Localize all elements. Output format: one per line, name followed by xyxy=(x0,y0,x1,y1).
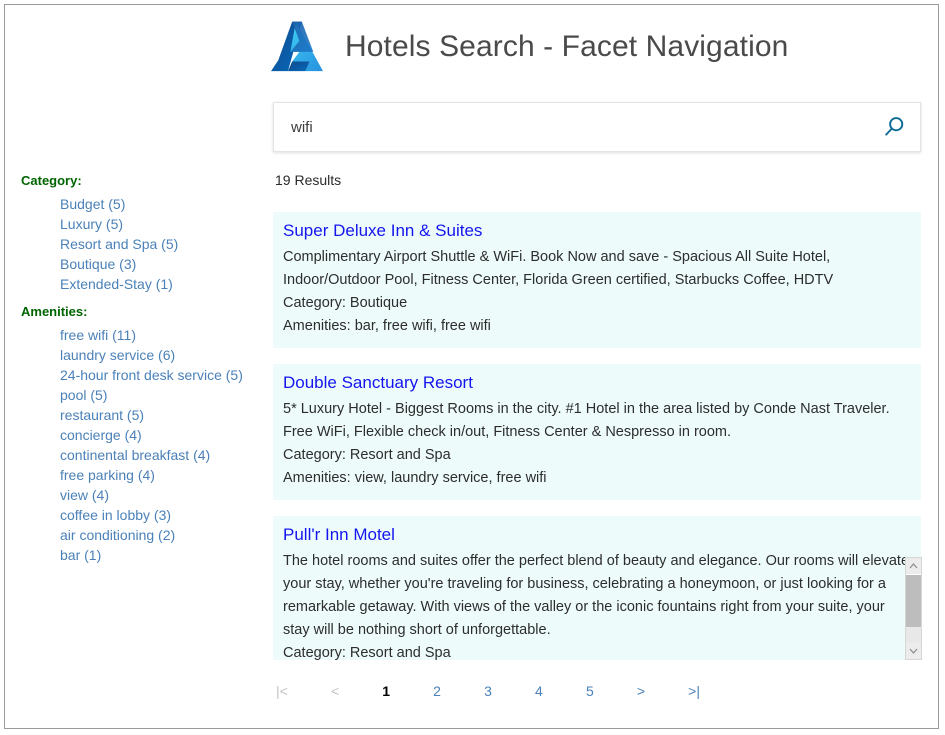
facet-item: Boutique (3) xyxy=(60,254,261,274)
facet-item: Extended-Stay (1) xyxy=(60,274,261,294)
result-category: Category: Boutique xyxy=(283,292,909,315)
facet-link-coffee-in-lobby[interactable]: coffee in lobby (3) xyxy=(60,505,171,525)
scrollbar-track[interactable] xyxy=(906,627,921,644)
facet-link-restaurant[interactable]: restaurant (5) xyxy=(60,405,144,425)
facet-item: 24-hour front desk service (5) xyxy=(60,365,261,385)
facet-item: free parking (4) xyxy=(60,465,261,485)
search-box xyxy=(273,102,921,152)
result-title[interactable]: Super Deluxe Inn & Suites xyxy=(283,218,909,244)
facet-navigation: Category: Budget (5) Luxury (5) Resort a… xyxy=(21,173,261,575)
facet-item: concierge (4) xyxy=(60,425,261,445)
pagination-page-3[interactable]: 3 xyxy=(481,681,495,701)
facet-item: Budget (5) xyxy=(60,194,261,214)
app-header: Hotels Search - Facet Navigation xyxy=(267,9,788,85)
pagination-page-1[interactable]: 1 xyxy=(379,681,393,701)
pagination-last[interactable]: >| xyxy=(685,681,703,701)
facet-link-budget[interactable]: Budget (5) xyxy=(60,194,125,214)
azure-logo-icon xyxy=(267,18,327,76)
result-card: Pull'r Inn Motel The hotel rooms and sui… xyxy=(273,516,921,660)
search-button[interactable] xyxy=(868,103,920,151)
facet-link-free-wifi[interactable]: free wifi (11) xyxy=(60,325,136,345)
scrollbar-thumb[interactable] xyxy=(906,575,921,627)
chevron-down-icon xyxy=(909,648,918,654)
result-card: Super Deluxe Inn & Suites Complimentary … xyxy=(273,212,921,348)
pagination-page-4[interactable]: 4 xyxy=(532,681,546,701)
facet-item: bar (1) xyxy=(60,545,261,565)
facet-list-category: Budget (5) Luxury (5) Resort and Spa (5)… xyxy=(21,194,261,294)
page-frame: Hotels Search - Facet Navigation 19 Resu… xyxy=(4,4,939,729)
result-amenities: Amenities: view, laundry service, free w… xyxy=(283,467,909,490)
facet-group-amenities: Amenities: free wifi (11) laundry servic… xyxy=(21,304,261,565)
facet-link-bar[interactable]: bar (1) xyxy=(60,545,101,565)
result-description: 5* Luxury Hotel - Biggest Rooms in the c… xyxy=(283,398,909,444)
facet-link-air-conditioning[interactable]: air conditioning (2) xyxy=(60,525,175,545)
facet-list-amenities: free wifi (11) laundry service (6) 24-ho… xyxy=(21,325,261,565)
results-count: 19 Results xyxy=(275,172,341,188)
facet-link-view[interactable]: view (4) xyxy=(60,485,109,505)
facet-item: Luxury (5) xyxy=(60,214,261,234)
facet-link-boutique[interactable]: Boutique (3) xyxy=(60,254,136,274)
facet-link-luxury[interactable]: Luxury (5) xyxy=(60,214,123,234)
results-scrollbar[interactable] xyxy=(905,557,922,660)
result-card: Double Sanctuary Resort 5* Luxury Hotel … xyxy=(273,364,921,500)
facet-link-concierge[interactable]: concierge (4) xyxy=(60,425,142,445)
pagination-page-5[interactable]: 5 xyxy=(583,681,597,701)
result-title[interactable]: Double Sanctuary Resort xyxy=(283,370,909,396)
facet-link-free-parking[interactable]: free parking (4) xyxy=(60,465,155,485)
search-icon xyxy=(881,114,907,140)
result-description: Complimentary Airport Shuttle & WiFi. Bo… xyxy=(283,246,909,292)
facet-heading-category: Category: xyxy=(21,173,261,188)
pagination-next[interactable]: > xyxy=(634,681,648,701)
pagination: |< < 1 2 3 4 5 > >| xyxy=(273,681,703,701)
facet-item: continental breakfast (4) xyxy=(60,445,261,465)
facet-item: pool (5) xyxy=(60,385,261,405)
result-category: Category: Resort and Spa xyxy=(283,444,909,467)
result-category: Category: Resort and Spa xyxy=(283,642,909,660)
pagination-first[interactable]: |< xyxy=(273,681,291,701)
pagination-page-2[interactable]: 2 xyxy=(430,681,444,701)
facet-link-extended-stay[interactable]: Extended-Stay (1) xyxy=(60,274,173,294)
pagination-prev[interactable]: < xyxy=(328,681,342,701)
scrollbar-down-button[interactable] xyxy=(906,643,921,659)
facet-item: restaurant (5) xyxy=(60,405,261,425)
facet-item: air conditioning (2) xyxy=(60,525,261,545)
results-list[interactable]: Super Deluxe Inn & Suites Complimentary … xyxy=(273,212,921,660)
facet-item: view (4) xyxy=(60,485,261,505)
result-title[interactable]: Pull'r Inn Motel xyxy=(283,522,909,548)
facet-link-resort-and-spa[interactable]: Resort and Spa (5) xyxy=(60,234,178,254)
facet-link-laundry-service[interactable]: laundry service (6) xyxy=(60,345,175,365)
facet-item: coffee in lobby (3) xyxy=(60,505,261,525)
facet-group-category: Category: Budget (5) Luxury (5) Resort a… xyxy=(21,173,261,294)
chevron-up-icon xyxy=(909,563,918,569)
search-input[interactable] xyxy=(274,103,868,151)
scrollbar-up-button[interactable] xyxy=(906,558,921,574)
facet-item: Resort and Spa (5) xyxy=(60,234,261,254)
facet-link-24-hour-front-desk-service[interactable]: 24-hour front desk service (5) xyxy=(60,365,243,385)
facet-link-continental-breakfast[interactable]: continental breakfast (4) xyxy=(60,445,210,465)
facet-item: free wifi (11) xyxy=(60,325,261,345)
facet-heading-amenities: Amenities: xyxy=(21,304,261,319)
facet-item: laundry service (6) xyxy=(60,345,261,365)
page-title: Hotels Search - Facet Navigation xyxy=(345,30,788,64)
result-description: The hotel rooms and suites offer the per… xyxy=(283,550,909,642)
result-amenities: Amenities: bar, free wifi, free wifi xyxy=(283,315,909,338)
facet-link-pool[interactable]: pool (5) xyxy=(60,385,107,405)
